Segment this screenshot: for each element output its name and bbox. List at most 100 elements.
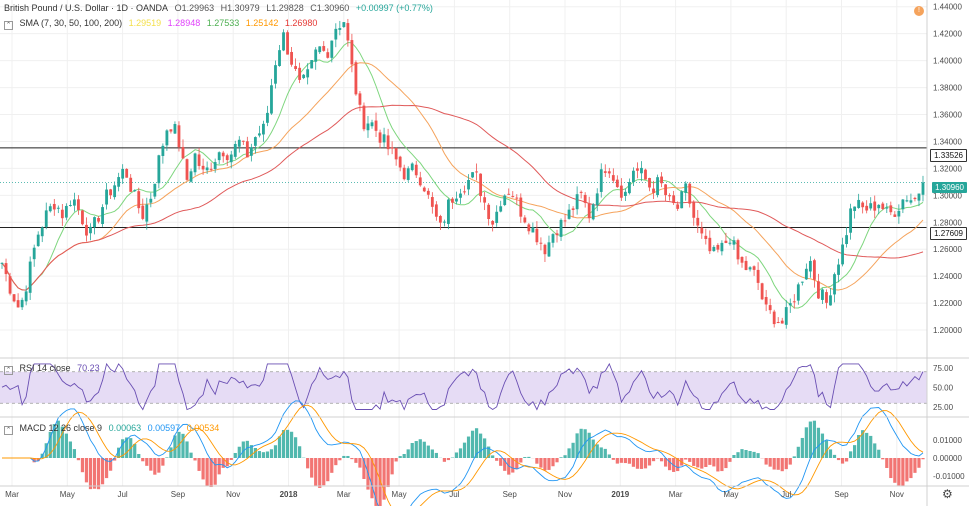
candle-body	[24, 291, 28, 302]
candle-body	[503, 195, 507, 206]
macd-histogram-bar	[732, 455, 736, 458]
sma-legend-label: SMA (7, 30, 50, 100, 200)	[19, 18, 123, 28]
candle-body	[507, 193, 511, 195]
macd-line-value: 0.00597	[147, 423, 181, 433]
collapse-icon[interactable]: ⌃	[4, 366, 13, 375]
x-tick-label: May	[60, 490, 75, 499]
candle-body	[342, 22, 346, 27]
candle-body	[640, 167, 643, 174]
macd-histogram-bar	[430, 449, 434, 458]
macd-histogram-bar	[342, 455, 346, 458]
collapse-icon[interactable]: ⌃	[4, 426, 13, 435]
x-tick-label: Mar	[337, 490, 351, 499]
candle-body	[262, 123, 265, 135]
candle-body	[257, 133, 261, 136]
macd-histogram-bar	[655, 458, 660, 459]
candle-body	[724, 240, 728, 244]
macd-histogram-bar	[728, 458, 732, 462]
candle-body	[841, 244, 844, 265]
alert-icon[interactable]: !	[914, 6, 924, 16]
candle-body	[897, 210, 901, 217]
macd-histogram-bar	[386, 458, 390, 488]
ohlc-change: +0.00997 (+0.77%)	[355, 3, 433, 13]
candle-body	[764, 297, 768, 305]
candle-body	[471, 172, 474, 178]
macd-histogram-bar	[853, 445, 857, 458]
macd-histogram-bar	[909, 458, 913, 479]
candle-body	[157, 155, 161, 184]
candle-body	[483, 197, 487, 203]
candle-body	[587, 203, 591, 219]
candle-body	[165, 130, 169, 146]
candle-body	[77, 199, 80, 210]
candle-body	[402, 167, 406, 180]
macd-histogram-bar	[446, 458, 451, 461]
macd-histogram-bar	[893, 458, 897, 483]
macd-histogram-bar	[233, 452, 237, 458]
price-label-top-line: 1.33526	[930, 149, 967, 162]
candle-body	[499, 206, 503, 212]
macd-histogram-bar	[523, 457, 527, 458]
collapse-icon[interactable]: ⌃	[4, 21, 13, 30]
rsi-value: 70.23	[77, 363, 100, 373]
macd-histogram-bar	[173, 435, 177, 458]
macd-histogram-bar	[454, 452, 459, 458]
candle-body	[547, 242, 551, 257]
macd-histogram-bar	[390, 458, 394, 475]
candle-body	[555, 233, 559, 236]
macd-histogram-bar	[579, 428, 583, 458]
macd-histogram-bar	[643, 458, 648, 469]
y-tick-label: 1.32000	[933, 164, 962, 173]
rsi-legend[interactable]: ⌃ RSI 14 close 70.23	[4, 363, 104, 375]
candle-body	[117, 177, 121, 187]
macd-histogram-bar	[563, 455, 567, 458]
macd-histogram-bar	[720, 458, 724, 472]
macd-histogram-bar	[265, 451, 270, 458]
candle-body	[270, 85, 273, 114]
candle-body	[414, 164, 418, 176]
macd-histogram-bar	[470, 430, 475, 458]
gear-icon[interactable]: ⚙	[942, 488, 953, 500]
x-tick-label: Nov	[558, 490, 572, 499]
candle-body	[535, 228, 539, 243]
candle-body	[921, 182, 925, 195]
candle-body	[314, 49, 318, 62]
candle-body	[833, 274, 836, 295]
candle-body	[447, 199, 450, 224]
candle-body	[185, 159, 189, 180]
sma-legend[interactable]: ⌃ SMA (7, 30, 50, 100, 200) 1.29519 1.28…	[4, 18, 321, 30]
macd-histogram-bar	[905, 458, 909, 482]
macd-histogram-bar	[885, 458, 889, 468]
macd-histogram-bar	[700, 458, 704, 469]
macd-histogram-bar	[88, 458, 93, 490]
macd-histogram-bar	[619, 458, 623, 463]
candle-body	[390, 147, 394, 149]
y-tick-label: 1.22000	[933, 299, 962, 308]
sma-line	[1, 62, 924, 291]
macd-histogram-bar	[551, 458, 555, 467]
macd-histogram-bar	[72, 449, 77, 458]
candle-body	[696, 217, 700, 226]
candle-body	[817, 281, 820, 299]
candle-body	[225, 155, 229, 161]
macd-histogram-bar	[201, 458, 205, 480]
candle-body	[322, 46, 326, 51]
macd-histogram-bar	[708, 458, 712, 465]
candle-body	[744, 260, 748, 271]
macd-histogram-bar	[281, 430, 286, 458]
candle-body	[326, 52, 330, 58]
macd-histogram-bar	[820, 433, 825, 458]
candle-body	[282, 32, 285, 51]
macd-histogram-bar	[245, 440, 249, 458]
sma-lines	[1, 41, 924, 309]
candle-body	[531, 227, 535, 233]
candle-body	[752, 266, 756, 270]
candle-body	[800, 281, 804, 283]
macd-histogram-bar	[816, 427, 821, 458]
candle-body	[406, 168, 410, 180]
candle-body	[720, 242, 724, 252]
candle-body	[704, 235, 708, 240]
macd-legend[interactable]: ⌃ MACD 12 26 close 9 0.00063 0.00597 0.0…	[4, 423, 223, 435]
macd-histogram-bar	[277, 436, 282, 458]
candle-body	[539, 242, 543, 244]
